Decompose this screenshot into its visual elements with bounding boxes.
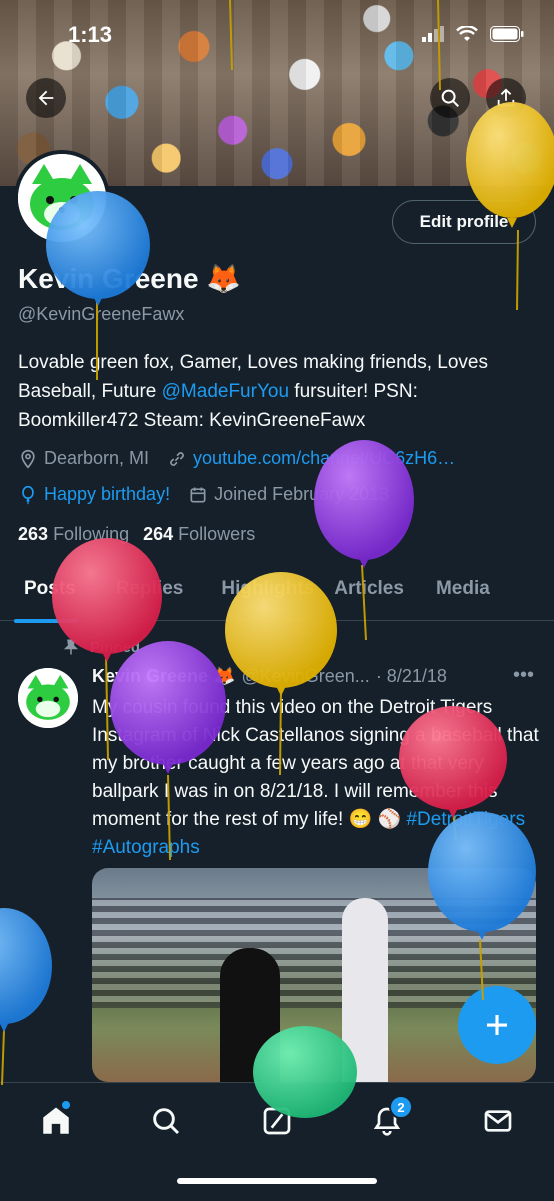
tab-media[interactable]: Media [420, 566, 490, 620]
video-stands [92, 898, 536, 1008]
plus-icon [487, 1015, 507, 1035]
post-avatar[interactable] [18, 668, 78, 728]
following-label: Following [53, 524, 130, 544]
status-bar: 1:13 [0, 0, 554, 70]
fox-avatar-icon [18, 154, 106, 242]
post-author[interactable]: Kevin Greene 🦊 [92, 666, 235, 687]
profile-meta-row-2: Happy birthday! Joined February 2013 [18, 484, 389, 505]
balloon-blue-left [0, 908, 52, 1086]
battery-icon [490, 26, 524, 42]
nav-messages[interactable] [478, 1101, 518, 1141]
profile-tabs: Posts Replies Highlights Articles Media [0, 566, 554, 623]
more-icon[interactable]: ••• [513, 664, 534, 687]
pinned-label: Pinned [90, 638, 141, 656]
followers-count: 264 [143, 524, 174, 544]
video-person [220, 948, 280, 1082]
location-item: Dearborn, MI [18, 448, 149, 469]
profile-meta-row-1: Dearborn, MI youtube.com/channel/UC6zH6… [18, 448, 455, 469]
pinned-indicator: Pinned [62, 638, 140, 656]
home-icon [43, 1107, 69, 1134]
home-notification-dot [62, 1101, 70, 1109]
fox-avatar-icon [18, 668, 78, 728]
post-handle[interactable]: @KevinGreen... [241, 666, 369, 687]
video-player [342, 898, 388, 1082]
share-icon [497, 88, 515, 107]
nav-notifications[interactable]: 2 [367, 1095, 413, 1141]
balloon-icon [22, 485, 34, 504]
notifications-badge: 2 [389, 1095, 413, 1119]
joined-text: Joined February 2013 [214, 484, 390, 504]
grok-icon [263, 1107, 291, 1135]
website-item[interactable]: youtube.com/channel/UC6zH6… [167, 448, 455, 469]
calendar-icon [190, 487, 206, 502]
profile-name: Kevin Greene 🦊 [18, 263, 242, 294]
website-link[interactable]: youtube.com/channel/UC6zH6… [193, 448, 455, 469]
back-button[interactable] [26, 78, 66, 118]
joined-item: Joined February 2013 [188, 484, 389, 505]
status-icons [422, 26, 524, 42]
bio-mention-link[interactable]: @MadeFurYou [162, 381, 289, 402]
nav-home[interactable] [36, 1101, 76, 1141]
home-indicator [177, 1178, 377, 1184]
profile-avatar[interactable] [14, 150, 110, 246]
signal-icon [422, 26, 444, 42]
post-text: My cousin found this video on the Detroi… [92, 694, 540, 862]
edit-profile-button[interactable]: Edit profile [392, 200, 536, 244]
wifi-icon [456, 26, 478, 41]
tab-articles[interactable]: Articles [330, 566, 420, 620]
explore-icon [153, 1108, 180, 1135]
profile-bio: Lovable green fox, Gamer, Loves making f… [18, 348, 538, 435]
back-arrow-icon [38, 90, 54, 106]
location-text: Dearborn, MI [44, 448, 150, 468]
tab-replies[interactable]: Replies [92, 566, 200, 620]
post-date[interactable]: · 8/21/18 [376, 666, 447, 687]
followers-label: Followers [178, 524, 256, 544]
nav-grok[interactable] [257, 1101, 297, 1141]
compose-button[interactable] [458, 986, 536, 1064]
following-count: 263 [18, 524, 49, 544]
tab-posts[interactable]: Posts [0, 566, 92, 623]
follow-stats: 263 Following 264 Followers [18, 524, 255, 545]
link-icon [170, 451, 184, 466]
birthday-item: Happy birthday! [18, 484, 170, 505]
birthday-text: Happy birthday! [44, 484, 171, 504]
search-button[interactable] [430, 78, 470, 118]
following-link[interactable]: 263 Following [18, 524, 129, 545]
search-icon [441, 89, 459, 107]
location-icon [21, 449, 35, 469]
followers-link[interactable]: 264 Followers [143, 524, 255, 545]
mail-icon [484, 1110, 512, 1132]
pin-icon [63, 639, 79, 655]
tab-highlights[interactable]: Highlights [199, 566, 330, 620]
share-button[interactable] [486, 78, 526, 118]
status-time: 1:13 [68, 22, 113, 47]
nav-explore[interactable] [146, 1101, 186, 1141]
post-header: Kevin Greene 🦊 @KevinGreen... · 8/21/18 [92, 666, 447, 687]
profile-handle: @KevinGreeneFawx [18, 304, 185, 324]
